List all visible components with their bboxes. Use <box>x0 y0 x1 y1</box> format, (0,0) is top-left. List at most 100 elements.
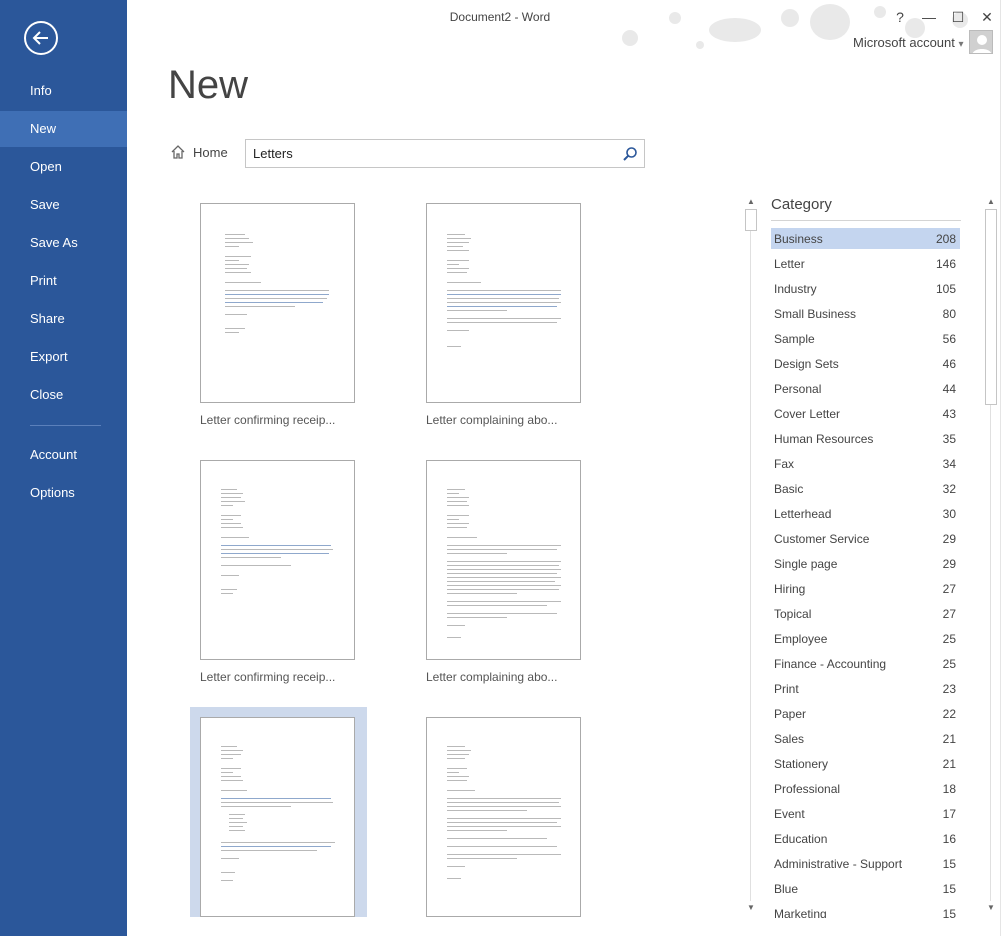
category-count: 21 <box>942 732 956 746</box>
back-arrow-icon <box>32 31 48 45</box>
category-count: 23 <box>942 682 956 696</box>
nav-item-account[interactable]: Account <box>0 437 127 473</box>
category-item[interactable]: Cover Letter 43 <box>771 403 960 424</box>
template-caption: Letter confirming receip... <box>200 670 336 684</box>
category-name: Cover Letter <box>774 407 841 421</box>
category-count: 16 <box>942 832 956 846</box>
search-icon[interactable] <box>622 146 638 162</box>
category-item[interactable]: Sales 21 <box>771 728 960 749</box>
template-caption: Letter complaining abo... <box>426 413 558 427</box>
category-count: 30 <box>942 507 956 521</box>
category-item[interactable]: Education 16 <box>771 828 960 849</box>
template-scrollbar[interactable]: ▲ ▼ <box>744 195 758 915</box>
category-count: 46 <box>942 357 956 371</box>
category-item[interactable]: Letterhead 30 <box>771 503 960 524</box>
category-pane: Category Business 208 Letter 146 Industry 105… <box>765 190 965 918</box>
nav-item-share[interactable]: Share <box>0 301 127 337</box>
category-name: Blue <box>774 882 799 896</box>
category-count: 15 <box>942 882 956 896</box>
category-name: Industry <box>774 282 817 296</box>
category-name: Print <box>774 682 799 696</box>
scroll-thumb[interactable] <box>985 209 997 405</box>
category-name: Administrative - Support <box>774 857 903 871</box>
category-name: Letter <box>774 257 805 271</box>
user-avatar-icon[interactable] <box>969 30 993 54</box>
category-item[interactable]: Business 208 <box>771 228 960 249</box>
category-item[interactable]: Personal 44 <box>771 378 960 399</box>
category-item[interactable]: Design Sets 46 <box>771 353 960 374</box>
nav-item-close[interactable]: Close <box>0 377 127 413</box>
home-link[interactable]: Home <box>170 144 228 160</box>
search-input[interactable] <box>253 144 613 163</box>
template-caption: Letter confirming receip... <box>200 413 336 427</box>
category-scrollbar[interactable]: ▲ ▼ <box>984 195 998 915</box>
category-item[interactable]: Event 17 <box>771 803 960 824</box>
category-item[interactable]: Topical 27 <box>771 603 960 624</box>
backstage-nav: Info New Open Save Save As Print Share E… <box>0 0 127 936</box>
category-count: 15 <box>942 907 956 918</box>
scroll-down-arrow-icon[interactable]: ▼ <box>744 901 758 915</box>
template-thumbnail <box>200 460 355 660</box>
nav-item-open[interactable]: Open <box>0 149 127 185</box>
maximize-button[interactable]: ☐ <box>947 6 969 28</box>
category-name: Sample <box>774 332 815 346</box>
template-thumbnail <box>200 203 355 403</box>
category-item[interactable]: Print 23 <box>771 678 960 699</box>
template-thumbnail <box>426 203 581 403</box>
category-item[interactable]: Administrative - Support 15 <box>771 853 960 874</box>
scroll-down-arrow-icon[interactable]: ▼ <box>984 901 998 915</box>
category-item[interactable]: Hiring 27 <box>771 578 960 599</box>
category-item[interactable]: Industry 105 <box>771 278 960 299</box>
category-item[interactable]: Single page 29 <box>771 553 960 574</box>
category-item[interactable]: Stationery 21 <box>771 753 960 774</box>
category-name: Topical <box>774 607 812 621</box>
template-thumbnail <box>426 460 581 660</box>
category-name: Paper <box>774 707 807 721</box>
category-divider <box>771 220 961 221</box>
nav-item-options[interactable]: Options <box>0 475 127 511</box>
minimize-button[interactable]: — <box>918 6 940 28</box>
category-item[interactable]: Human Resources 35 <box>771 428 960 449</box>
nav-item-print[interactable]: Print <box>0 263 127 299</box>
category-item[interactable]: Paper 22 <box>771 703 960 724</box>
window-edge <box>1000 0 1008 936</box>
category-name: Professional <box>774 782 841 796</box>
category-item[interactable]: Finance - Accounting 25 <box>771 653 960 674</box>
category-item[interactable]: Basic 32 <box>771 478 960 499</box>
template-search-box <box>245 139 645 168</box>
scroll-up-arrow-icon[interactable]: ▲ <box>984 195 998 209</box>
category-name: Finance - Accounting <box>774 657 887 671</box>
category-item[interactable]: Sample 56 <box>771 328 960 349</box>
scroll-thumb[interactable] <box>745 209 757 231</box>
category-count: 18 <box>942 782 956 796</box>
category-name: Design Sets <box>774 357 839 371</box>
category-name: Event <box>774 807 805 821</box>
category-count: 21 <box>942 757 956 771</box>
back-button[interactable] <box>24 21 58 55</box>
nav-item-save[interactable]: Save <box>0 187 127 223</box>
category-item[interactable]: Letter 146 <box>771 253 960 274</box>
category-item[interactable]: Blue 15 <box>771 878 960 899</box>
category-name: Sales <box>774 732 805 746</box>
category-item[interactable]: Customer Service 29 <box>771 528 960 549</box>
category-item[interactable]: Fax 34 <box>771 453 960 474</box>
window-title: Document2 - Word <box>449 10 551 24</box>
help-button[interactable]: ? <box>889 6 911 28</box>
category-count: 25 <box>942 657 956 671</box>
category-name: Personal <box>774 382 822 396</box>
account-menu[interactable]: Microsoft account ▾ <box>853 35 964 50</box>
chevron-down-icon: ▾ <box>958 39 964 50</box>
category-item[interactable]: Marketing 15 <box>771 903 960 918</box>
category-item[interactable]: Professional 18 <box>771 778 960 799</box>
category-item[interactable]: Small Business 80 <box>771 303 960 324</box>
nav-item-save-as[interactable]: Save As <box>0 225 127 261</box>
category-name: Hiring <box>774 582 806 596</box>
category-item[interactable]: Employee 25 <box>771 628 960 649</box>
category-count: 29 <box>942 532 956 546</box>
close-window-button[interactable]: ✕ <box>976 6 998 28</box>
home-icon <box>171 145 185 159</box>
scroll-up-arrow-icon[interactable]: ▲ <box>744 195 758 209</box>
nav-item-info[interactable]: Info <box>0 73 127 109</box>
nav-item-new[interactable]: New <box>0 111 127 147</box>
nav-item-export[interactable]: Export <box>0 339 127 375</box>
